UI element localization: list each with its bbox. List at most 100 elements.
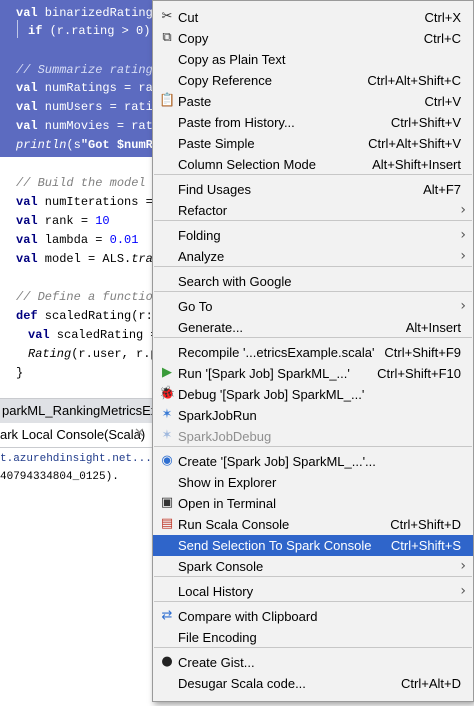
menu-item-label: Paste Simple bbox=[178, 136, 255, 151]
menu-item-paste-from-history[interactable]: Paste from History... Ctrl+Shift+V bbox=[153, 112, 473, 133]
menu-item-label: Run '[Spark Job] SparkML_...' bbox=[178, 366, 350, 381]
menu-item-label: Generate... bbox=[178, 320, 244, 335]
github-icon: ● bbox=[161, 654, 173, 669]
menu-item-shortcut: Alt+Shift+Insert bbox=[372, 157, 461, 172]
menu-item-copy-as-plain-text[interactable]: Copy as Plain Text bbox=[153, 49, 473, 70]
code-line: val lambda = 0.01 bbox=[16, 233, 139, 247]
console-output-line: 40794334804_0125). bbox=[0, 471, 119, 483]
close-icon[interactable]: ✕ bbox=[134, 426, 145, 441]
menu-item-create-gist[interactable]: ● Create Gist... bbox=[153, 652, 473, 673]
scala-console-icon: ▤ bbox=[160, 516, 174, 531]
code-line: // Build the model bbox=[16, 176, 146, 190]
menu-item-run-scala-console[interactable]: ▤ Run Scala Console Ctrl+Shift+D bbox=[153, 514, 473, 535]
compare-icon: ⇄ bbox=[161, 608, 173, 623]
menu-item-sparkjobrun[interactable]: ✶ SparkJobRun bbox=[153, 405, 473, 426]
chevron-right-icon: › bbox=[460, 227, 466, 243]
menu-item-send-selection-to-spark-console[interactable]: Send Selection To Spark Console Ctrl+Shif… bbox=[153, 535, 473, 556]
editor-context-menu: ✂ Cut Ctrl+X ⧉ Copy Ctrl+C Copy as Plain Text C… bbox=[152, 0, 474, 702]
menu-item-show-in-explorer[interactable]: Show in Explorer bbox=[153, 472, 473, 493]
menu-item-label: Copy as Plain Text bbox=[178, 52, 286, 67]
menu-item-run-spark-job-sparkml[interactable]: ▶ Run '[Spark Job] SparkML_...' Ctrl+Shift… bbox=[153, 363, 473, 384]
menu-item-shortcut: Alt+F7 bbox=[423, 182, 461, 197]
menu-item-recompile-etricsexample-scala[interactable]: Recompile '...etricsExample.scala' Ctrl+S… bbox=[153, 342, 473, 363]
menu-item-label: Open in Terminal bbox=[178, 496, 277, 511]
menu-item-copy[interactable]: ⧉ Copy Ctrl+C bbox=[153, 28, 473, 49]
create-config-icon: ◉ bbox=[161, 453, 173, 468]
menu-item-debug-spark-job-sparkml[interactable]: 🐞 Debug '[Spark Job] SparkML_...' bbox=[153, 384, 473, 405]
copy-icon: ⧉ bbox=[162, 30, 172, 45]
menu-item-spark-console[interactable]: Spark Console › bbox=[153, 556, 473, 577]
menu-item-shortcut: Ctrl+Shift+S bbox=[390, 538, 461, 553]
code-line: } bbox=[16, 366, 24, 380]
menu-item-refactor[interactable]: Refactor › bbox=[153, 200, 473, 221]
menu-item-shortcut: Ctrl+Shift+F10 bbox=[377, 366, 461, 381]
menu-item-label: Refactor bbox=[178, 203, 228, 218]
menu-item-shortcut: Ctrl+X bbox=[424, 10, 461, 25]
menu-item-search-with-google[interactable]: Search with Google bbox=[153, 271, 473, 292]
console-output-line: t.azurehdinsight.net... bbox=[0, 453, 152, 465]
menu-item-label: Cut bbox=[178, 10, 199, 25]
menu-item-label: Send Selection To Spark Console bbox=[178, 538, 372, 553]
menu-item-analyze[interactable]: Analyze › bbox=[153, 246, 473, 267]
menu-item-label: Copy bbox=[178, 31, 209, 46]
chevron-right-icon: › bbox=[460, 583, 466, 599]
tab-local-console[interactable]: ark Local Console(Scala) ✕ bbox=[0, 423, 153, 447]
menu-item-label: Find Usages bbox=[178, 182, 251, 197]
indent-guide bbox=[17, 20, 18, 38]
menu-item-label: Compare with Clipboard bbox=[178, 609, 318, 624]
menu-item-label: Analyze bbox=[178, 249, 225, 264]
menu-item-cut[interactable]: ✂ Cut Ctrl+X bbox=[153, 7, 473, 28]
menu-item-generate[interactable]: Generate... Alt+Insert bbox=[153, 317, 473, 338]
menu-item-label: Create '[Spark Job] SparkML_...'... bbox=[178, 454, 376, 469]
chevron-right-icon: › bbox=[460, 248, 466, 264]
code-line: val rank = 10 bbox=[16, 214, 110, 228]
menu-item-go-to[interactable]: Go To › bbox=[153, 296, 473, 317]
chevron-right-icon: › bbox=[460, 202, 466, 218]
menu-item-label: Debug '[Spark Job] SparkML_...' bbox=[178, 387, 365, 402]
run-icon: ▶ bbox=[162, 365, 172, 380]
code-line: // Summarize ratings bbox=[16, 63, 161, 77]
scissors-icon: ✂ bbox=[161, 9, 173, 24]
debug-icon: 🐞 bbox=[159, 386, 176, 401]
menu-item-label: SparkJobRun bbox=[178, 408, 257, 423]
menu-item-paste-simple[interactable]: Paste Simple Ctrl+Alt+Shift+V bbox=[153, 133, 473, 154]
menu-item-open-in-terminal[interactable]: ▣ Open in Terminal bbox=[153, 493, 473, 514]
menu-item-label: Recompile '...etricsExample.scala' bbox=[178, 345, 375, 360]
menu-item-label: SparkJobDebug bbox=[178, 429, 272, 444]
menu-item-paste[interactable]: 📋 Paste Ctrl+V bbox=[153, 91, 473, 112]
menu-item-label: Paste bbox=[178, 94, 212, 109]
menu-item-label: Copy Reference bbox=[178, 73, 272, 88]
menu-item-shortcut: Ctrl+Alt+D bbox=[401, 676, 461, 691]
menu-item-label: Go To bbox=[178, 299, 213, 314]
menu-item-label: Search with Google bbox=[178, 274, 292, 289]
menu-item-compare-with-clipboard[interactable]: ⇄ Compare with Clipboard bbox=[153, 606, 473, 627]
menu-item-column-selection-mode[interactable]: Column Selection Mode Alt+Shift+Insert bbox=[153, 154, 473, 175]
menu-item-copy-reference[interactable]: Copy Reference Ctrl+Alt+Shift+C bbox=[153, 70, 473, 91]
menu-item-label: Folding bbox=[178, 228, 221, 243]
menu-item-find-usages[interactable]: Find Usages Alt+F7 bbox=[153, 179, 473, 200]
menu-item-label: Column Selection Mode bbox=[178, 157, 317, 172]
menu-item-local-history[interactable]: Local History › bbox=[153, 581, 473, 602]
menu-item-shortcut: Alt+Insert bbox=[405, 320, 461, 335]
menu-item-label: Paste from History... bbox=[178, 115, 295, 130]
menu-item-label: Show in Explorer bbox=[178, 475, 277, 490]
terminal-icon: ▣ bbox=[160, 495, 174, 510]
spark-debug-icon: ✶ bbox=[161, 428, 173, 443]
menu-item-label: Create Gist... bbox=[178, 655, 255, 670]
menu-item-shortcut: Ctrl+Alt+Shift+C bbox=[367, 73, 461, 88]
menu-item-label: Spark Console bbox=[178, 559, 264, 574]
menu-item-label: Run Scala Console bbox=[178, 517, 290, 532]
menu-item-shortcut: Ctrl+Shift+F9 bbox=[384, 345, 461, 360]
menu-item-file-encoding[interactable]: File Encoding bbox=[153, 627, 473, 648]
menu-item-label: Local History bbox=[178, 584, 254, 599]
chevron-right-icon: › bbox=[460, 558, 466, 574]
menu-item-shortcut: Ctrl+C bbox=[423, 31, 461, 46]
menu-item-shortcut: Ctrl+V bbox=[424, 94, 461, 109]
menu-item-create-spark-job-sparkml[interactable]: ◉ Create '[Spark Job] SparkML_...'... bbox=[153, 451, 473, 472]
menu-item-label: File Encoding bbox=[178, 630, 257, 645]
menu-item-shortcut: Ctrl+Alt+Shift+V bbox=[368, 136, 461, 151]
menu-item-desugar-scala-code[interactable]: Desugar Scala code... Ctrl+Alt+D bbox=[153, 673, 473, 694]
menu-item-shortcut: Ctrl+Shift+D bbox=[390, 517, 461, 532]
code-line: val numIterations = 10 bbox=[16, 195, 174, 209]
menu-item-folding[interactable]: Folding › bbox=[153, 225, 473, 246]
